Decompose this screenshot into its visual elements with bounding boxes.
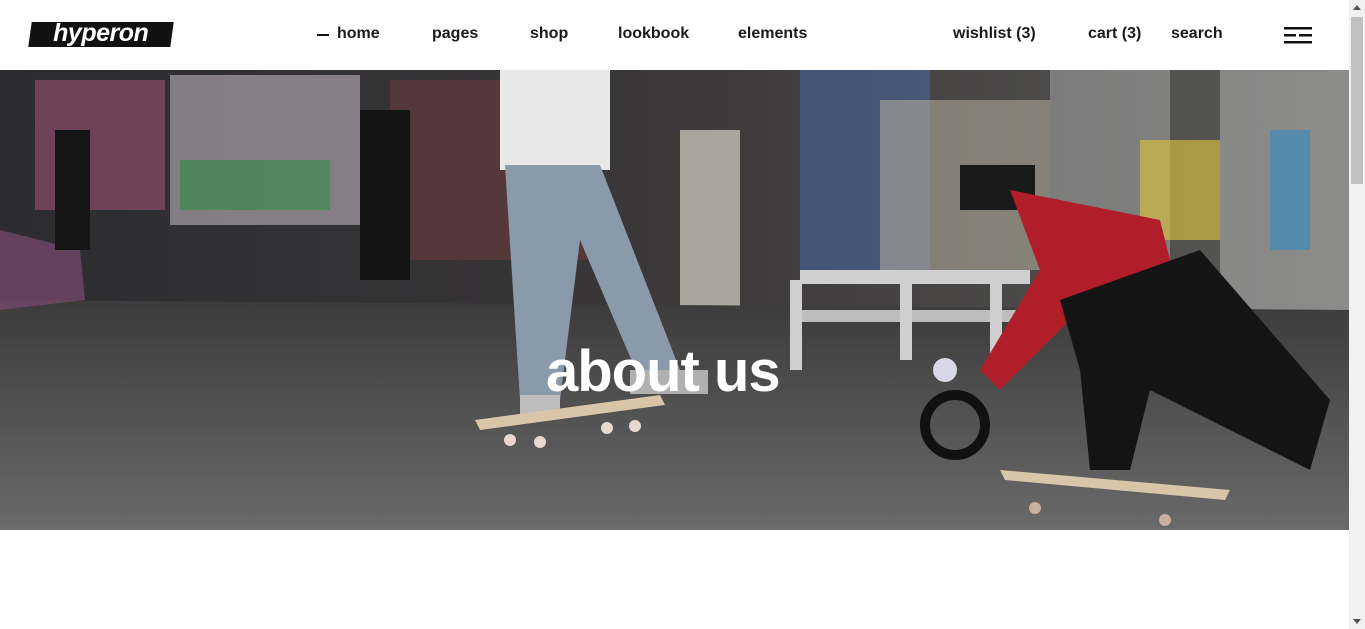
site-logo[interactable]: hyperon	[28, 19, 174, 47]
vertical-scrollbar[interactable]	[1349, 0, 1365, 629]
content-area	[0, 530, 1349, 629]
nav-elements[interactable]: elements	[738, 24, 807, 44]
scroll-thumb[interactable]	[1351, 17, 1363, 184]
site-header: hyperon home pages shop lookbook element…	[0, 0, 1349, 70]
page: hyperon home pages shop lookbook element…	[0, 0, 1349, 629]
cart-link[interactable]: cart (3)	[1088, 24, 1141, 44]
scroll-down-arrow-icon[interactable]	[1353, 619, 1361, 624]
skatepark-photo	[0, 70, 1349, 530]
page-title: about us	[546, 339, 781, 404]
logo-text: hyperon	[53, 19, 149, 47]
scroll-up-arrow-icon[interactable]	[1353, 5, 1361, 10]
dash-indicator-icon	[317, 34, 329, 36]
nav-home[interactable]: home	[337, 24, 380, 44]
nav-pages[interactable]: pages	[432, 24, 478, 44]
nav-lookbook[interactable]: lookbook	[618, 24, 689, 44]
hamburger-menu-icon[interactable]	[1284, 26, 1312, 44]
wishlist-link[interactable]: wishlist (3)	[953, 24, 1036, 44]
search-link[interactable]: search	[1171, 24, 1223, 44]
nav-shop[interactable]: shop	[530, 24, 568, 44]
hero-banner: about us	[0, 70, 1349, 530]
